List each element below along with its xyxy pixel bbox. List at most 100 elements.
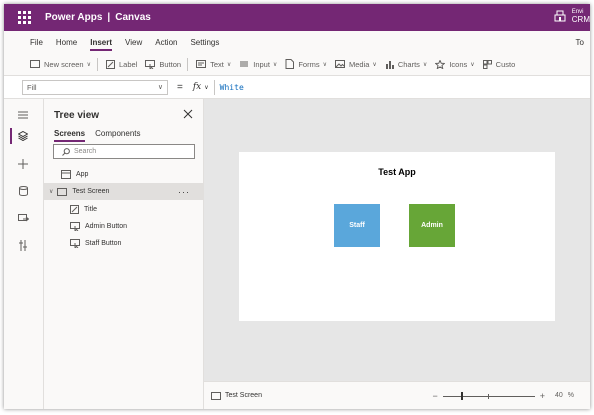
chevron-down-icon[interactable]: ∨ bbox=[49, 188, 53, 195]
formula-input[interactable]: White bbox=[220, 83, 244, 92]
ribbon-divider bbox=[97, 57, 99, 71]
tree-search-input[interactable]: Search bbox=[53, 144, 195, 159]
button-icon bbox=[145, 59, 156, 69]
forms-icon bbox=[285, 59, 295, 69]
chevron-down-icon: ∨ bbox=[272, 61, 278, 68]
label-label: Label bbox=[119, 59, 138, 69]
menu-bar: File Home Insert View Action Settings To bbox=[4, 31, 590, 53]
search-icon bbox=[62, 147, 70, 156]
zoom-slider-thumb[interactable] bbox=[460, 391, 463, 400]
zoom-unit: % bbox=[567, 392, 574, 399]
app-title-label[interactable]: Test App bbox=[239, 167, 555, 177]
label-button[interactable]: Label bbox=[106, 59, 138, 69]
tree-tabs: Screens Components bbox=[54, 129, 151, 142]
app-icon bbox=[61, 170, 71, 179]
staff-button[interactable]: Staff bbox=[334, 204, 380, 247]
tree-node-staff-button[interactable]: Staff Button bbox=[44, 235, 204, 252]
tree-view-panel: Tree view Screens Components Search App … bbox=[44, 99, 204, 409]
menu-right-item[interactable]: To bbox=[576, 38, 584, 47]
tree-node-test-screen[interactable]: ∨ Test Screen ··· bbox=[44, 183, 204, 200]
tree-node-label: Admin Button bbox=[85, 223, 128, 230]
charts-icon bbox=[385, 60, 394, 69]
label-icon bbox=[106, 59, 116, 69]
menu-settings[interactable]: Settings bbox=[190, 34, 219, 51]
environment-picker[interactable]: Envi CRM bbox=[554, 8, 590, 24]
label-icon bbox=[70, 205, 79, 214]
admin-button[interactable]: Admin bbox=[409, 204, 455, 247]
forms-label: Forms bbox=[298, 59, 320, 69]
zoom-slider[interactable] bbox=[442, 391, 535, 400]
input-icon bbox=[240, 61, 249, 67]
button-icon bbox=[70, 222, 80, 231]
equals-sign: = bbox=[177, 81, 183, 93]
media-label: Media bbox=[348, 59, 370, 69]
app-window: Power Apps | Canvas Envi CRM File Home I… bbox=[4, 4, 590, 409]
fx-button[interactable]: fx ∨ bbox=[193, 82, 209, 92]
tree-node-label: Staff Button bbox=[85, 240, 122, 247]
zoom-in-button[interactable]: + bbox=[540, 391, 545, 401]
icons-button[interactable]: Icons ∨ bbox=[435, 59, 475, 69]
app-screen-canvas[interactable]: Test App Staff Admin bbox=[239, 152, 555, 321]
icons-icon bbox=[435, 59, 446, 69]
menu-view[interactable]: View bbox=[125, 34, 142, 51]
charts-button[interactable]: Charts ∨ bbox=[385, 60, 428, 69]
text-button[interactable]: Text ∨ bbox=[196, 60, 231, 69]
screen-icon bbox=[211, 391, 221, 400]
hamburger-icon[interactable] bbox=[15, 107, 31, 123]
chevron-down-icon: ∨ bbox=[422, 61, 428, 68]
left-rail bbox=[4, 99, 44, 409]
custom-button[interactable]: Custo bbox=[482, 59, 516, 69]
button-label: Button bbox=[159, 59, 182, 69]
menu-action[interactable]: Action bbox=[155, 34, 177, 51]
input-button[interactable]: Input ∨ bbox=[239, 60, 277, 69]
zoom-control: − + 40 % bbox=[427, 391, 574, 401]
tab-screens[interactable]: Screens bbox=[54, 129, 86, 142]
formula-bar: Fill ∨ = fx ∨ White bbox=[4, 76, 590, 99]
property-dropdown[interactable]: Fill ∨ bbox=[22, 79, 168, 95]
menu-home[interactable]: Home bbox=[56, 34, 77, 51]
data-icon[interactable] bbox=[15, 183, 31, 199]
icons-label: Icons bbox=[449, 59, 468, 69]
forms-button[interactable]: Forms ∨ bbox=[285, 59, 327, 69]
more-options-icon[interactable]: ··· bbox=[178, 187, 190, 197]
zoom-out-button[interactable]: − bbox=[432, 391, 437, 401]
tab-components[interactable]: Components bbox=[95, 129, 140, 142]
studio-name: Canvas bbox=[115, 12, 151, 23]
tree-node-label: App bbox=[76, 171, 89, 178]
tree-node-app[interactable]: App bbox=[44, 166, 204, 183]
chevron-down-icon: ∨ bbox=[157, 84, 163, 91]
rail-active-indicator bbox=[10, 128, 12, 144]
chevron-down-icon: ∨ bbox=[226, 61, 232, 68]
close-icon[interactable] bbox=[183, 109, 193, 119]
insert-plus-icon[interactable] bbox=[15, 156, 31, 172]
property-value: Fill bbox=[27, 82, 37, 92]
chevron-down-icon: ∨ bbox=[204, 83, 209, 91]
custom-label: Custo bbox=[495, 59, 516, 69]
advanced-tools-icon[interactable] bbox=[15, 237, 31, 253]
zoom-slider-track bbox=[442, 395, 535, 397]
tree-node-title[interactable]: Title bbox=[44, 201, 204, 218]
tree-node-label: Title bbox=[84, 206, 97, 213]
tree-view-title: Tree view bbox=[54, 110, 100, 121]
search-placeholder: Search bbox=[74, 148, 97, 155]
media-rail-icon[interactable] bbox=[15, 210, 31, 226]
screen-selector[interactable]: Test Screen bbox=[211, 391, 262, 400]
text-label: Text bbox=[210, 59, 224, 69]
environment-icon bbox=[554, 10, 566, 22]
media-button[interactable]: Media ∨ bbox=[334, 59, 377, 69]
tree-view-icon[interactable] bbox=[15, 128, 31, 144]
new-screen-button[interactable]: New screen ∨ bbox=[30, 60, 91, 69]
menu-file[interactable]: File bbox=[30, 34, 43, 51]
input-label: Input bbox=[253, 59, 270, 69]
new-screen-label: New screen bbox=[44, 59, 84, 69]
waffle-icon[interactable] bbox=[18, 10, 32, 25]
menu-insert[interactable]: Insert bbox=[90, 34, 112, 51]
tree-node-admin-button[interactable]: Admin Button bbox=[44, 218, 204, 235]
text-icon bbox=[196, 60, 207, 68]
status-bar: Test Screen − + 40 % bbox=[204, 381, 590, 409]
custom-icon bbox=[482, 59, 492, 69]
title-separator: | bbox=[107, 12, 111, 23]
screen-icon bbox=[57, 187, 68, 196]
title-bar: Power Apps | Canvas Envi CRM bbox=[4, 4, 590, 31]
button-button[interactable]: Button bbox=[145, 59, 182, 69]
